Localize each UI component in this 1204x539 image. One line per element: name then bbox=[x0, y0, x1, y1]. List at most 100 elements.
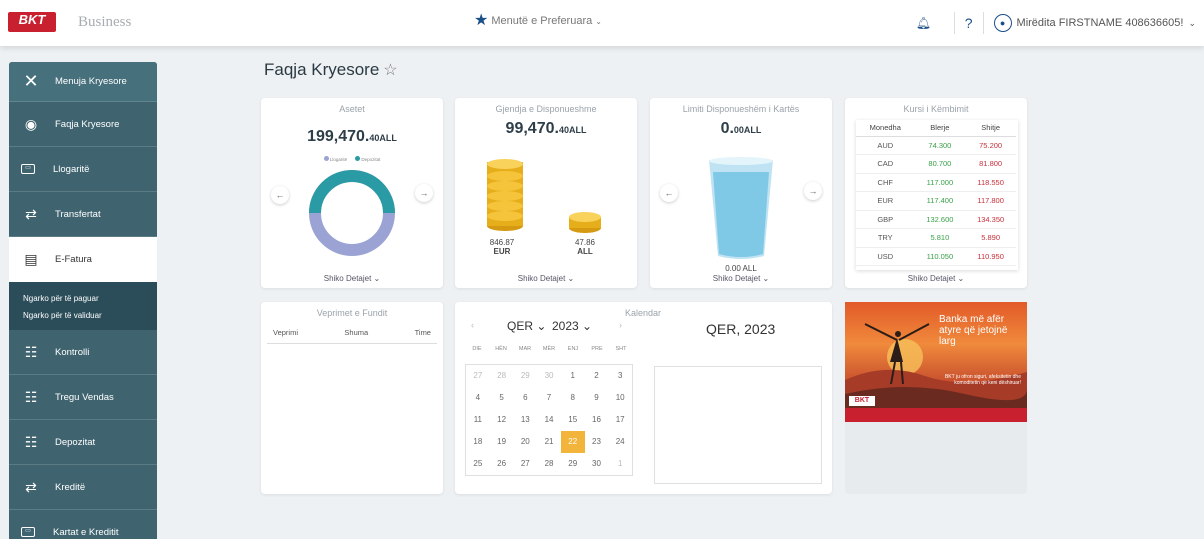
checklist-icon: ☷ bbox=[24, 388, 38, 405]
currency-cell: TRY bbox=[856, 228, 915, 248]
sidebar-item-depozitat[interactable]: ☷ Depozitat bbox=[9, 420, 157, 465]
calendar-day[interactable]: 12 bbox=[490, 409, 514, 431]
sidebar-item-kontrolli[interactable]: ☷ Kontrolli bbox=[9, 330, 157, 375]
sidebar-item-llogarite[interactable]: ▭ Llogaritë bbox=[9, 147, 157, 192]
details-link[interactable]: Shiko Detajet ⌄ bbox=[650, 274, 832, 283]
calendar-day[interactable]: 13 bbox=[513, 409, 537, 431]
calendar-day[interactable]: 26 bbox=[490, 453, 514, 475]
calendar-day[interactable]: 15 bbox=[561, 409, 585, 431]
assets-donut-chart bbox=[309, 170, 395, 256]
card-title: Gjendja e Disponueshme bbox=[495, 104, 597, 114]
calendar-day[interactable]: 11 bbox=[466, 409, 490, 431]
calendar-day[interactable]: 2 bbox=[585, 365, 609, 387]
details-link[interactable]: Shiko Detajet ⌄ bbox=[261, 274, 443, 283]
column-header: Shuma bbox=[344, 328, 369, 337]
currency-cell: CHF bbox=[856, 173, 915, 192]
calendar-day[interactable]: 23 bbox=[585, 431, 609, 453]
calendar-day[interactable]: 30 bbox=[585, 453, 609, 475]
calendar-day[interactable]: 1 bbox=[561, 365, 585, 387]
sidebar-item-kredite[interactable]: ⇄ Kreditë bbox=[9, 465, 157, 510]
divider bbox=[982, 12, 984, 34]
favorite-star-icon[interactable]: ☆ bbox=[383, 62, 397, 79]
bkt-logo[interactable]: BKT bbox=[8, 12, 56, 32]
calendar-day[interactable]: 25 bbox=[466, 453, 490, 475]
sidebar: ✕ Menuja Kryesore ◉ Faqja Kryesore ▭ Llo… bbox=[9, 62, 157, 539]
sidebar-item-transfertat[interactable]: ⇄ Transfertat bbox=[9, 192, 157, 237]
calendar-day[interactable]: 14 bbox=[537, 409, 561, 431]
calendar-day[interactable]: 30 bbox=[537, 365, 561, 387]
next-arrow-button[interactable]: → bbox=[804, 182, 822, 200]
favorites-menu[interactable]: ★ Menutë e Preferuara ⌄ bbox=[474, 12, 602, 29]
calendar-day[interactable]: 10 bbox=[608, 387, 632, 409]
card-title: Kalendar bbox=[625, 308, 662, 318]
next-arrow-button[interactable]: → bbox=[415, 184, 433, 202]
user-greeting[interactable]: Mirëdita FIRSTNAME 408636605! bbox=[1017, 17, 1184, 29]
calendar-day[interactable]: 29 bbox=[513, 365, 537, 387]
calendar-day[interactable]: 16 bbox=[585, 409, 609, 431]
prev-arrow-button[interactable]: ← bbox=[271, 186, 289, 204]
calendar-day[interactable]: 21 bbox=[537, 431, 561, 453]
sidebar-item-label: Kartat e Kreditit bbox=[53, 526, 119, 538]
water-glass-icon bbox=[709, 157, 773, 259]
calendar-day[interactable]: 6 bbox=[513, 387, 537, 409]
legend-item: Llogaritë bbox=[323, 156, 347, 162]
currency-cell: GBP bbox=[856, 210, 915, 229]
sidebar-item-e-fatura[interactable]: ▤ E-Fatura bbox=[9, 237, 157, 282]
submenu-item-validate[interactable]: Ngarko për të validuar bbox=[23, 307, 143, 324]
details-link[interactable]: Shiko Detajet ⌄ bbox=[845, 274, 1027, 283]
user-avatar-icon[interactable]: ● bbox=[993, 14, 1012, 32]
table-header-row: Monedha Blerje Shitje bbox=[856, 120, 1016, 137]
calendar-day[interactable]: 27 bbox=[466, 365, 490, 387]
close-icon[interactable]: ✕ bbox=[21, 71, 41, 92]
calendar-day[interactable]: 9 bbox=[585, 387, 609, 409]
exchange-rates-card: Kursi i Këmbimit Monedha Blerje Shitje A… bbox=[845, 98, 1027, 288]
star-icon: ★ bbox=[474, 12, 489, 29]
submenu-item-pay[interactable]: Ngarko për të paguar bbox=[23, 290, 143, 307]
sidebar-item-faqja-kryesore[interactable]: ◉ Faqja Kryesore bbox=[9, 102, 157, 147]
chevron-down-icon[interactable]: ⌄ bbox=[1188, 18, 1196, 29]
calendar-day[interactable]: 8 bbox=[561, 387, 585, 409]
user-area: 🔔︎ ? ● Mirëdita FIRSTNAME 408636605! ⌄ bbox=[916, 12, 1196, 34]
promo-banner[interactable]: Banka më afër atyre që jetojnë larg BKT … bbox=[845, 302, 1027, 422]
calendar-day[interactable]: 28 bbox=[490, 365, 514, 387]
calendar-day-today[interactable]: 22 bbox=[560, 431, 585, 453]
table-row: CAD 80.700 81.800 bbox=[856, 154, 1016, 174]
calendar-day[interactable]: 27 bbox=[513, 453, 537, 475]
calendar-day[interactable]: 5 bbox=[490, 387, 514, 409]
calendar-day[interactable]: 20 bbox=[513, 431, 537, 453]
prev-arrow-button[interactable]: ← bbox=[660, 184, 678, 202]
year-select[interactable]: 2023 ⌄ bbox=[552, 319, 592, 333]
favorites-label: Menutë e Preferuara bbox=[491, 15, 593, 27]
sidebar-close[interactable]: ✕ Menuja Kryesore bbox=[9, 62, 157, 102]
prev-month-button[interactable]: ‹ bbox=[471, 320, 474, 330]
calendar-day[interactable]: 1 bbox=[608, 453, 632, 475]
rates-table-wrapper: Monedha Blerje Shitje AUD 74.300 75.200 CA… bbox=[856, 120, 1018, 270]
calendar-day[interactable]: 24 bbox=[608, 431, 632, 453]
bell-icon[interactable]: 🔔︎ bbox=[916, 16, 931, 30]
sidebar-item-kartat-e-kreditit[interactable]: ▭ Kartat e Kreditit bbox=[9, 510, 157, 539]
calendar-day[interactable]: 19 bbox=[490, 431, 514, 453]
checklist-icon: ☷ bbox=[24, 343, 38, 360]
month-select[interactable]: QER ⌄ bbox=[507, 319, 546, 333]
recent-transactions-card: Veprimet e Fundit Veprimi Shuma Time bbox=[261, 302, 443, 494]
calendar-day[interactable]: 7 bbox=[537, 387, 561, 409]
calendar-day[interactable]: 4 bbox=[466, 387, 490, 409]
calendar-week: 18 19 20 21 22 23 24 bbox=[466, 431, 632, 453]
sidebar-item-tregu-vendas[interactable]: ☷ Tregu Vendas bbox=[9, 375, 157, 420]
chevron-down-icon: ⌄ bbox=[595, 16, 602, 26]
calendar-week: 11 12 13 14 15 16 17 bbox=[466, 409, 632, 431]
calendar-day[interactable]: 18 bbox=[466, 431, 490, 453]
sell-rate-cell: 118.550 bbox=[965, 173, 1016, 192]
details-link[interactable]: Shiko Detajet ⌄ bbox=[455, 274, 637, 283]
next-month-button[interactable]: › bbox=[619, 320, 622, 330]
card-icon: ▭ bbox=[21, 164, 35, 174]
brand-business-label: Business bbox=[78, 14, 132, 30]
calendar-day[interactable]: 28 bbox=[537, 453, 561, 475]
calendar-day[interactable]: 17 bbox=[608, 409, 632, 431]
calendar-day[interactable]: 3 bbox=[608, 365, 632, 387]
calendar-day[interactable]: 29 bbox=[561, 453, 585, 475]
column-header: Time bbox=[414, 328, 431, 337]
compass-icon: ◉ bbox=[24, 115, 38, 132]
sell-rate-cell: 117.800 bbox=[965, 191, 1016, 211]
help-button[interactable]: ? bbox=[965, 15, 973, 31]
